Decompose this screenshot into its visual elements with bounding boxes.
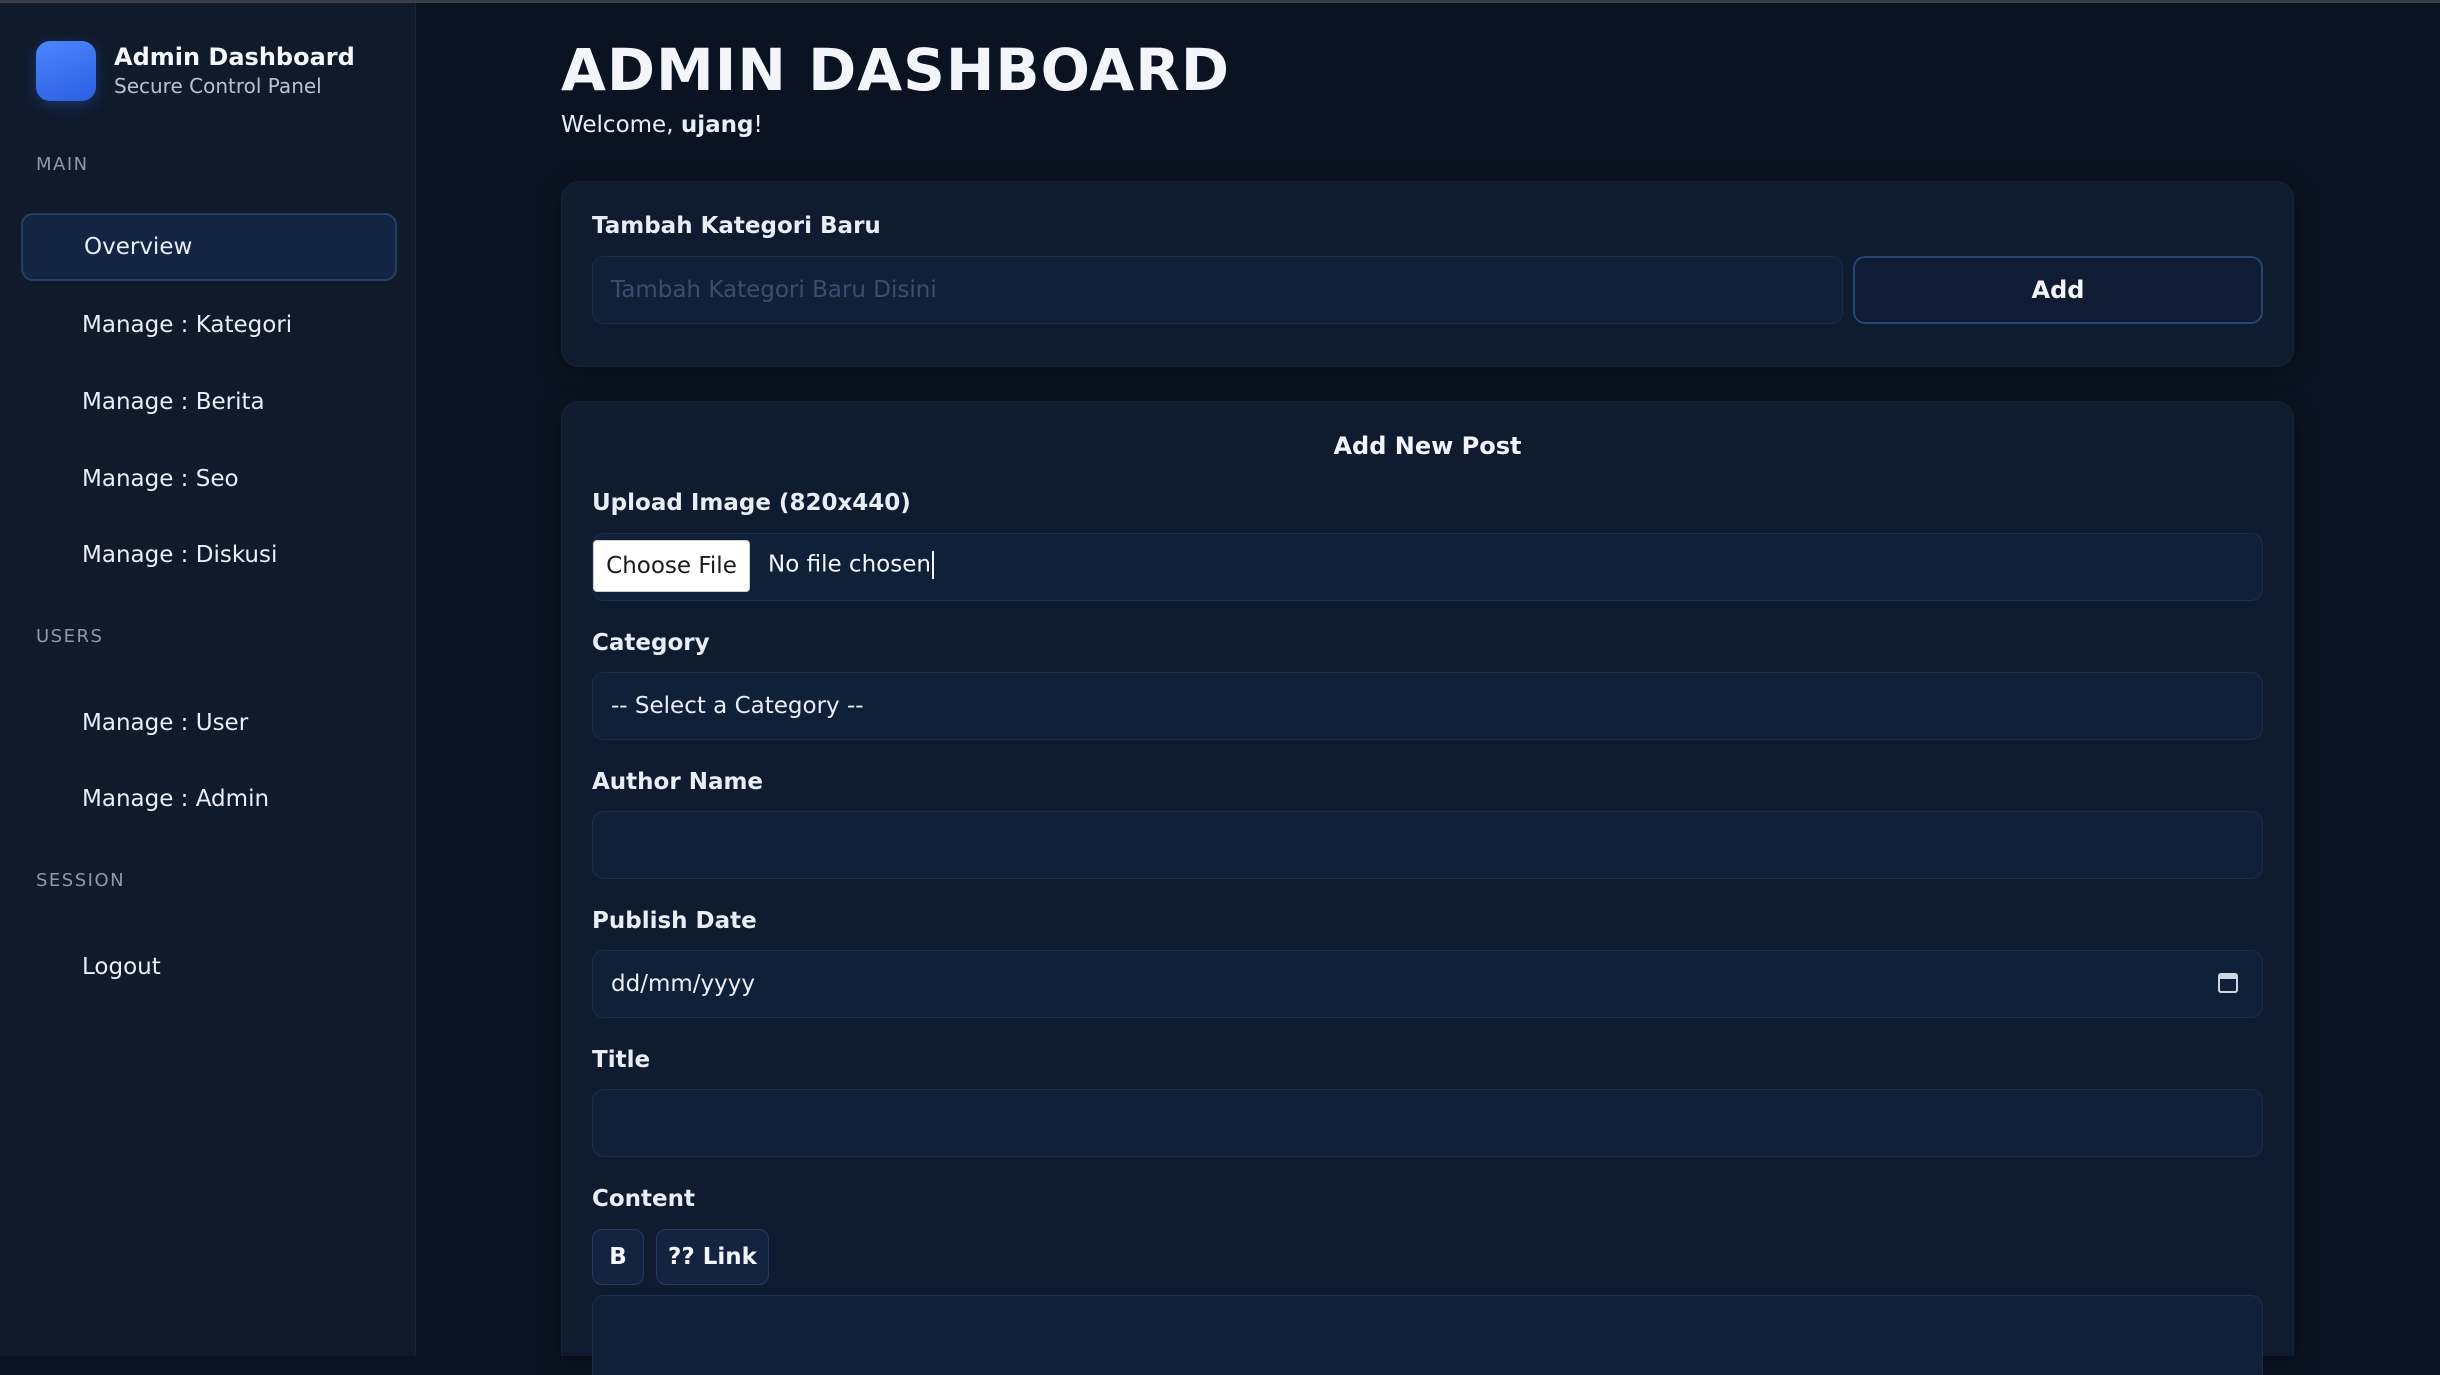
brand-subtitle: Secure Control Panel [114, 74, 322, 98]
section-label-session: SESSION [36, 870, 126, 891]
category-label: Category [592, 630, 710, 656]
sidebar-item-manage-seo[interactable]: Manage : Seo [21, 445, 397, 513]
add-category-button[interactable]: Add [1853, 256, 2263, 324]
brand-logo-icon [36, 41, 96, 101]
title-input[interactable] [592, 1089, 2263, 1157]
content-label: Content [592, 1186, 696, 1212]
category-select[interactable]: -- Select a Category -- [592, 672, 2263, 740]
category-name-input[interactable]: Tambah Kategori Baru Disini [592, 256, 1843, 324]
brand: Admin Dashboard Secure Control Panel [36, 41, 355, 101]
content-editor[interactable] [592, 1295, 2263, 1375]
title-label: Title [592, 1047, 651, 1073]
upload-image-label: Upload Image (820x440) [592, 490, 911, 516]
bold-button[interactable]: B [592, 1229, 644, 1285]
sidebar-item-manage-diskusi[interactable]: Manage : Diskusi [21, 521, 397, 589]
text-cursor [931, 551, 934, 579]
choose-file-button[interactable]: Choose File [593, 540, 750, 592]
calendar-icon[interactable] [2218, 973, 2238, 993]
add-post-heading: Add New Post [1333, 432, 1522, 460]
welcome-username: ujang [680, 112, 754, 138]
file-status-text: No file chosen [768, 551, 934, 579]
publish-date-input[interactable]: dd/mm/yyyy [592, 950, 2263, 1018]
sidebar-item-manage-kategori[interactable]: Manage : Kategori [21, 291, 397, 359]
author-name-label: Author Name [592, 769, 764, 795]
page-title: ADMIN DASHBOARD [561, 36, 1231, 104]
link-button[interactable]: ?? Link [656, 1229, 769, 1285]
brand-title: Admin Dashboard [114, 43, 355, 71]
section-label-users: USERS [36, 626, 104, 647]
sidebar-item-overview[interactable]: Overview [21, 213, 397, 281]
publish-date-label: Publish Date [592, 908, 757, 934]
author-name-input[interactable] [592, 811, 2263, 879]
add-category-heading: Tambah Kategori Baru [592, 213, 881, 239]
section-label-main: MAIN [36, 154, 89, 175]
sidebar-item-manage-user[interactable]: Manage : User [21, 689, 397, 757]
welcome-message: Welcome, ujang! [561, 112, 763, 138]
sidebar: Admin Dashboard Secure Control Panel MAI… [0, 3, 416, 1356]
sidebar-item-logout[interactable]: Logout [21, 933, 397, 1001]
sidebar-item-manage-berita[interactable]: Manage : Berita [21, 368, 397, 436]
sidebar-item-manage-admin[interactable]: Manage : Admin [21, 765, 397, 833]
